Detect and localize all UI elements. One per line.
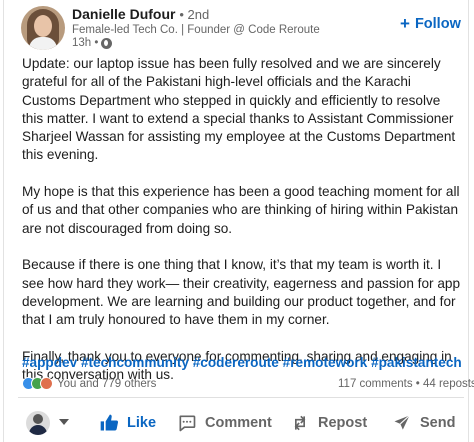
hashtag-link[interactable]: #techcommunity (81, 355, 189, 370)
plus-icon: + (400, 14, 410, 33)
divider (18, 397, 464, 398)
hashtag-link[interactable]: #pakistantech (371, 355, 462, 370)
post-paragraph: Because if there is one thing that I kno… (22, 257, 460, 328)
post-paragraph: My hope is that this experience has been… (22, 184, 460, 236)
post-meta: 13h • (72, 37, 113, 49)
comment-button[interactable]: Comment (177, 413, 272, 433)
comment-label: Comment (205, 415, 272, 431)
post-card: Danielle Dufour • 2nd Female-led Tech Co… (3, 0, 474, 442)
repost-label: Repost (318, 415, 368, 431)
send-button[interactable]: Send (392, 413, 455, 433)
like-button[interactable]: Like (99, 413, 156, 433)
post-paragraph: Update: our laptop issue has been fully … (22, 56, 456, 163)
author-headline: Female-led Tech Co. | Founder @ Code Rer… (72, 24, 320, 36)
author-avatar[interactable] (21, 6, 65, 50)
like-label: Like (127, 415, 157, 431)
thumbs-up-icon (100, 414, 119, 431)
author-name[interactable]: Danielle Dufour (72, 6, 175, 22)
current-user-avatar[interactable] (26, 411, 50, 435)
reactions-summary[interactable]: You and 779 others (22, 377, 156, 390)
love-reaction-icon (40, 377, 53, 390)
follow-button[interactable]: + Follow (400, 15, 461, 32)
hashtag-link[interactable]: #codereroute (193, 355, 279, 370)
reactions-count: You and 779 others (57, 377, 157, 390)
hashtag-list: #appdev #techcommunity #codereroute #rem… (22, 355, 462, 370)
send-label: Send (420, 415, 456, 431)
repost-icon (294, 415, 306, 431)
hashtag-link[interactable]: #remotework (283, 355, 368, 370)
connection-degree: • 2nd (179, 7, 210, 22)
post-text: Update: our laptop issue has been fully … (22, 55, 462, 403)
post-time: 13h • (72, 37, 99, 49)
send-icon (394, 415, 410, 430)
comment-icon (179, 415, 196, 432)
repost-button[interactable]: Repost (290, 413, 367, 433)
follow-label: Follow (414, 15, 461, 32)
comments-reposts-count[interactable]: 117 comments • 44 reposts (338, 378, 474, 390)
chevron-down-icon[interactable] (59, 419, 69, 425)
globe-icon (101, 37, 113, 49)
hashtag-link[interactable]: #appdev (22, 355, 77, 370)
author-name-row: Danielle Dufour • 2nd (72, 6, 209, 22)
